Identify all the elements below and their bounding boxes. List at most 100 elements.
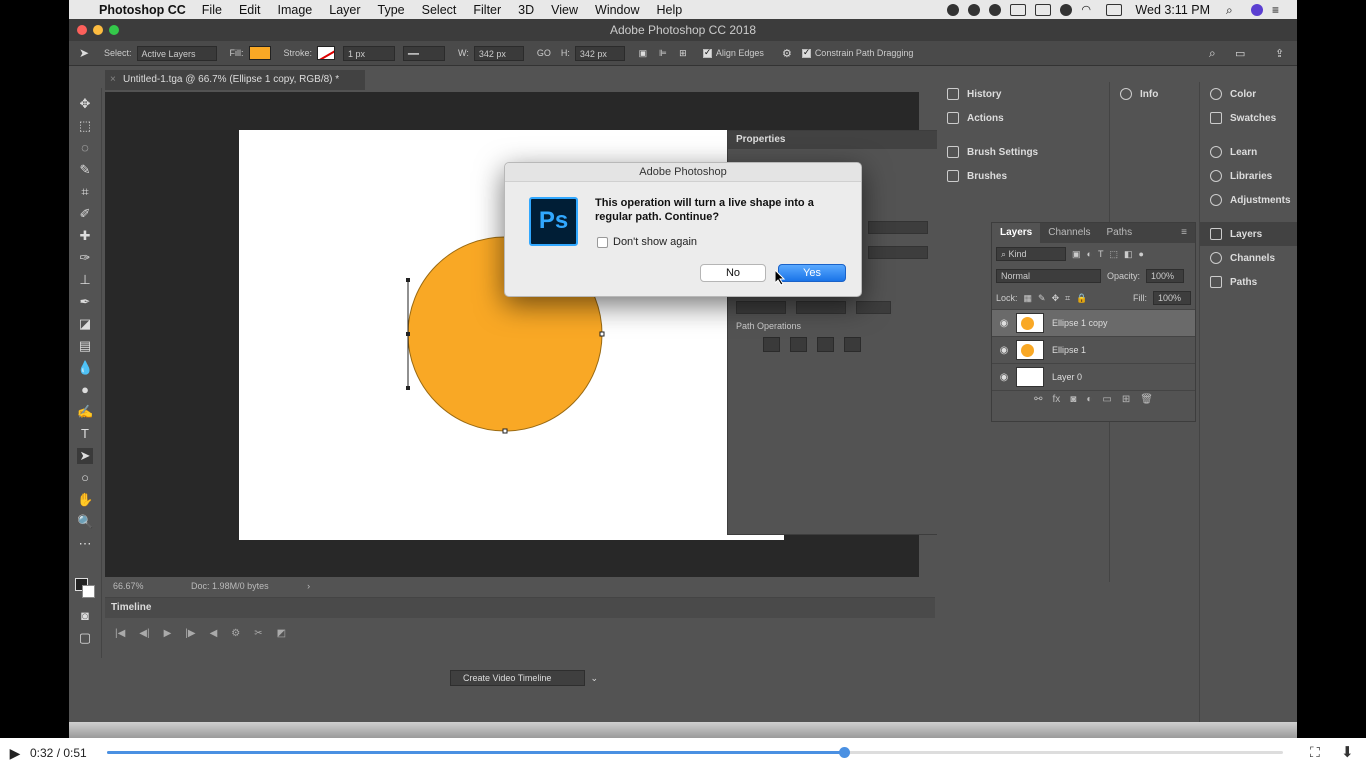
layer-style-icon[interactable]: fx <box>1052 394 1060 405</box>
battery-icon[interactable] <box>1106 3 1123 16</box>
link-layers-icon[interactable]: ⚯ <box>1034 394 1042 405</box>
tab-channels[interactable]: Channels <box>1040 223 1098 243</box>
lock-pixels-icon[interactable]: ▦ <box>1024 293 1033 304</box>
anchor-point-bottom[interactable] <box>502 428 508 434</box>
move-tool-icon[interactable]: ✥ <box>77 96 93 112</box>
brushes-panel-button[interactable]: Brushes <box>937 164 1107 188</box>
timeline-title[interactable]: Timeline <box>105 598 935 618</box>
history-brush-tool-icon[interactable]: ✒ <box>77 294 93 310</box>
lasso-tool-icon[interactable]: ◌ <box>77 140 93 156</box>
hand-tool-icon[interactable]: ✋ <box>77 492 93 508</box>
prev-frame-icon[interactable]: ◀| <box>139 628 149 639</box>
select-mode-dropdown[interactable]: Active Layers <box>136 45 217 61</box>
visibility-eye-icon[interactable]: ◉ <box>992 372 1016 383</box>
menu-filter[interactable]: Filter <box>473 3 501 17</box>
filter-adjustment-icon[interactable]: ◐ <box>1087 249 1092 259</box>
handle-point-top[interactable] <box>406 278 410 282</box>
menu-help[interactable]: Help <box>657 3 683 17</box>
zoom-window-icon[interactable] <box>109 25 119 35</box>
tab-layers[interactable]: Layers <box>992 223 1041 243</box>
blend-mode-dropdown[interactable]: Normal <box>996 269 1101 283</box>
properties-field-3[interactable] <box>736 301 786 314</box>
lock-artboard-icon[interactable]: ⌗ <box>1065 293 1070 304</box>
path-operations-icon[interactable]: ▣ <box>633 48 653 59</box>
filter-toggle-icon[interactable]: ● <box>1138 249 1143 259</box>
quick-selection-tool-icon[interactable]: ✎ <box>77 162 93 178</box>
filter-pixel-icon[interactable]: ▣ <box>1072 249 1081 260</box>
brush-settings-panel-button[interactable]: Brush Settings <box>937 140 1107 164</box>
document-tab[interactable]: × Untitled-1.tga @ 66.7% (Ellipse 1 copy… <box>105 70 365 90</box>
menu-view[interactable]: View <box>551 3 578 17</box>
libraries-panel-button[interactable]: Libraries <box>1200 164 1297 188</box>
opacity-field[interactable]: 100% <box>1146 269 1185 283</box>
layers-panel-button[interactable]: Layers <box>1200 222 1297 246</box>
grid-icon[interactable] <box>1010 3 1027 16</box>
layer-row[interactable]: ◉ Ellipse 1 <box>992 336 1195 363</box>
dodge-tool-icon[interactable]: ● <box>77 382 93 398</box>
menu-type[interactable]: Type <box>378 3 405 17</box>
marquee-tool-icon[interactable]: ⬚ <box>77 118 93 134</box>
audio-icon[interactable]: ◀ <box>210 628 218 639</box>
fullscreen-icon[interactable]: ⛶ <box>1310 744 1320 761</box>
layer-mask-icon[interactable]: ◙ <box>1070 394 1076 405</box>
play-icon[interactable]: ▶ <box>0 745 30 762</box>
new-group-icon[interactable]: ▭ <box>1102 394 1111 405</box>
screen-mode-icon[interactable]: ▢ <box>77 630 93 646</box>
zoom-tool-icon[interactable]: 🔍 <box>77 514 93 530</box>
layer-row[interactable]: ◉ Layer 0 <box>992 363 1195 390</box>
properties-field-1[interactable] <box>868 221 928 234</box>
zoom-level[interactable]: 66.67% <box>113 581 144 591</box>
more-tools-icon[interactable]: ⋯ <box>77 536 93 552</box>
seek-bar[interactable] <box>107 747 1283 758</box>
pen-tool-icon[interactable]: ✍ <box>77 404 93 420</box>
anchor-point-right[interactable] <box>599 331 605 337</box>
width-field[interactable]: 342 px <box>473 45 524 61</box>
timeline-settings-icon[interactable]: ⚙ <box>231 628 240 639</box>
properties-field-2[interactable] <box>868 246 928 259</box>
search-icon[interactable]: ⌕ <box>1209 46 1216 61</box>
filter-type-icon[interactable]: T <box>1098 249 1104 259</box>
menu-3d[interactable]: 3D <box>518 3 534 17</box>
spotlight-search-icon[interactable]: ⌕ <box>1226 4 1242 16</box>
skype-icon[interactable] <box>989 3 1002 16</box>
visibility-eye-icon[interactable]: ◉ <box>992 345 1016 356</box>
exclude-overlap-icon[interactable] <box>844 337 861 352</box>
lock-brush-icon[interactable]: ✎ <box>1038 293 1046 304</box>
visibility-eye-icon[interactable]: ◉ <box>992 318 1016 329</box>
paths-panel-button[interactable]: Paths <box>1200 270 1297 294</box>
healing-brush-tool-icon[interactable]: ✚ <box>77 228 93 244</box>
type-tool-icon[interactable]: T <box>77 426 93 442</box>
learn-panel-button[interactable]: Learn <box>1200 140 1297 164</box>
tab-paths[interactable]: Paths <box>1099 223 1141 243</box>
transition-icon[interactable]: ◩ <box>277 628 286 639</box>
intersect-shape-icon[interactable] <box>817 337 834 352</box>
lock-all-icon[interactable]: 🔒 <box>1076 293 1087 304</box>
properties-title[interactable]: Properties <box>728 131 968 149</box>
history-panel-button[interactable]: History <box>937 82 1107 106</box>
menu-select[interactable]: Select <box>422 3 457 17</box>
menu-clock[interactable]: Wed 3:11 PM <box>1135 3 1210 17</box>
no-button[interactable]: No <box>700 264 766 282</box>
handle-point-bottom[interactable] <box>406 386 410 390</box>
layer-kind-filter[interactable]: ⌕ Kind <box>996 247 1066 261</box>
stroke-swatch[interactable] <box>317 46 336 60</box>
blur-tool-icon[interactable]: 💧 <box>77 360 93 376</box>
path-arrangement-icon[interactable]: ⊞ <box>673 48 693 59</box>
close-window-icon[interactable] <box>77 25 87 35</box>
eraser-tool-icon[interactable]: ◪ <box>77 316 93 332</box>
gradient-tool-icon[interactable]: ▤ <box>77 338 93 354</box>
menu-image[interactable]: Image <box>278 3 313 17</box>
ellipse-tool-icon[interactable]: ○ <box>77 470 93 486</box>
path-alignment-icon[interactable]: ⊫ <box>653 48 673 59</box>
combine-shapes-icon[interactable] <box>763 337 780 352</box>
link-icon[interactable]: GO <box>537 48 551 58</box>
siri-icon[interactable] <box>1251 3 1263 16</box>
close-document-icon[interactable]: × <box>110 70 116 90</box>
align-edges-checkbox[interactable] <box>702 47 712 58</box>
create-video-timeline-button[interactable]: Create Video Timeline ⌄ <box>450 670 598 686</box>
info-panel-button[interactable]: Info <box>1110 82 1199 106</box>
stroke-type-dropdown[interactable]: ━━ <box>403 45 446 61</box>
dock[interactable] <box>69 722 1297 738</box>
constrain-path-checkbox[interactable] <box>801 47 811 58</box>
split-icon[interactable]: ✂ <box>254 628 262 639</box>
